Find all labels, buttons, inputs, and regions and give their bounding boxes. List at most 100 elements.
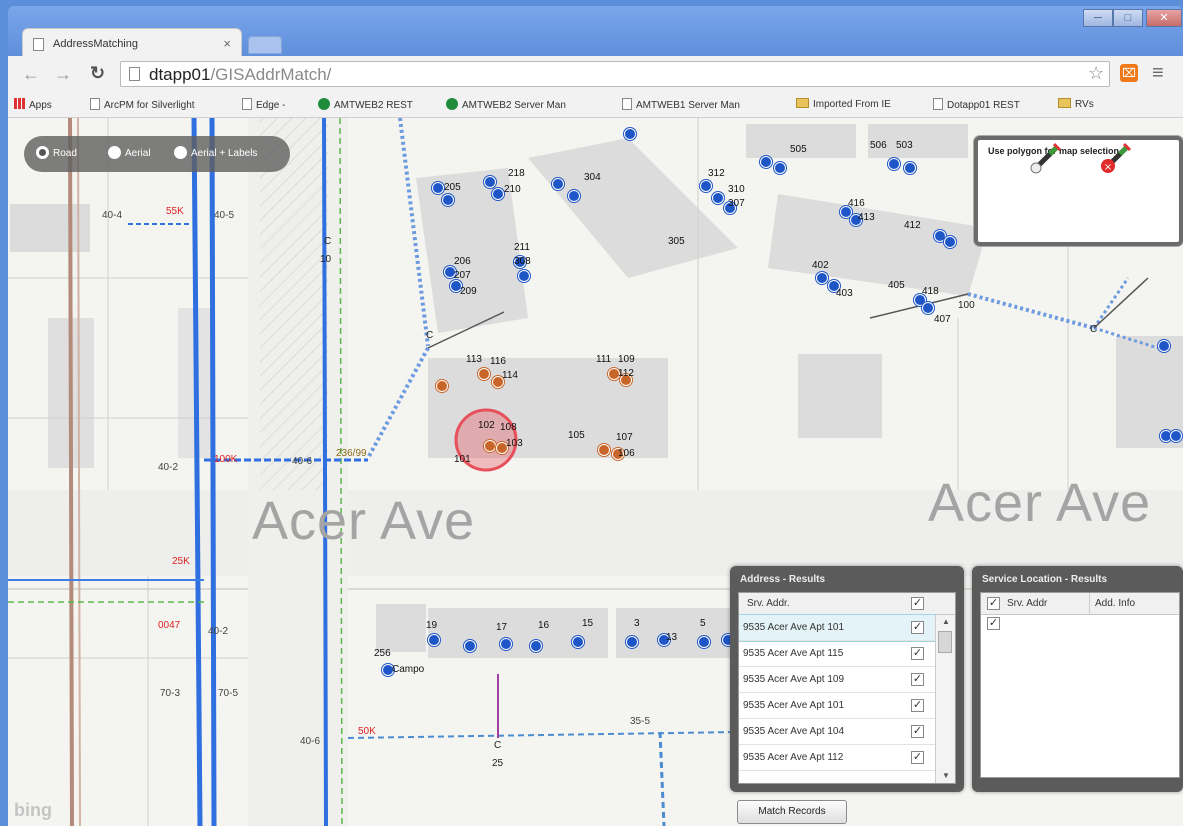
map-label-pole-c-right: C [1090, 324, 1098, 335]
bookmark-dotapp01-rest[interactable]: Dotapp01 REST [933, 98, 1020, 111]
address-row[interactable]: 9535 Acer Ave Apt 109 ✓ [739, 667, 935, 693]
map-label-addr-206: 206 [454, 256, 471, 267]
scroll-thumb[interactable] [938, 631, 952, 653]
map-label-addr-218: 218 [508, 168, 525, 179]
meter-marker[interactable] [530, 640, 542, 652]
scrollbar[interactable]: ▲ ▼ [935, 615, 955, 783]
meter-marker[interactable] [484, 176, 496, 188]
meter-marker[interactable] [492, 188, 504, 200]
map-label-addr-416: 416 [848, 198, 865, 209]
row-checkbox[interactable]: ✓ [911, 725, 924, 738]
meter-marker[interactable] [888, 158, 900, 170]
meter-marker[interactable] [816, 272, 828, 284]
bookmark-apps[interactable]: Apps [14, 98, 52, 111]
service-row[interactable]: ✓ [981, 615, 1179, 633]
selected-meter-marker[interactable] [484, 440, 496, 452]
bookmark-arcpm[interactable]: ArcPM for Silverlight [90, 98, 195, 111]
address-row[interactable]: 9535 Acer Ave Apt 101 ✓ [739, 614, 936, 642]
column-header[interactable]: Add. Info [1095, 598, 1135, 609]
map-label-addr-16: 16 [538, 620, 550, 631]
map-label-addr-503: 503 [896, 140, 913, 151]
basemap-road-radio[interactable]: Road [36, 146, 77, 159]
scroll-up-icon[interactable]: ▲ [942, 617, 950, 626]
bookmark-edge[interactable]: Edge - [242, 98, 285, 111]
row-checkbox[interactable]: ✓ [911, 699, 924, 712]
building [376, 604, 426, 652]
row-checkbox[interactable]: ✓ [911, 673, 924, 686]
map-label-pole-40-2b: 40-2 [208, 626, 229, 637]
meter-marker[interactable] [464, 640, 476, 652]
row-checkbox[interactable]: ✓ [911, 751, 924, 764]
header-checkbox[interactable]: ✓ [911, 597, 924, 610]
row-checkbox[interactable]: ✓ [987, 617, 1000, 630]
meter-marker[interactable] [712, 192, 724, 204]
map-label-addr-505: 505 [790, 144, 807, 155]
match-records-button[interactable]: Match Records [737, 800, 847, 824]
bookmark-amtweb2-rest[interactable]: AMTWEB2 REST [318, 98, 413, 111]
bookmark-amtweb2-server[interactable]: AMTWEB2 Server Man [446, 98, 566, 111]
meter-marker[interactable] [428, 634, 440, 646]
basemap-aerial-radio[interactable]: Aerial [108, 146, 151, 159]
bookmark-rvs[interactable]: RVs [1058, 98, 1094, 110]
address-row[interactable]: 9535 Acer Ave Apt 104 ✓ [739, 719, 935, 745]
header-checkbox[interactable]: ✓ [987, 597, 1000, 610]
map-canvas[interactable]: Acer Ave Acer Ave 40-4 55K 40-5 C 10 40-2 100K… [8, 118, 1183, 826]
meter-marker[interactable] [500, 638, 512, 650]
meter-marker[interactable] [518, 270, 530, 282]
column-header[interactable]: Srv. Addr. [747, 598, 790, 609]
meter-marker[interactable] [442, 194, 454, 206]
meter-marker[interactable] [774, 162, 786, 174]
map-label-addr-112: 112 [618, 368, 634, 379]
address-row[interactable]: 9535 Acer Ave Apt 101 ✓ [739, 693, 935, 719]
address-bar[interactable]: dtapp01/GISAddrMatch/ [120, 61, 1110, 87]
menu-icon[interactable]: ≡ [1152, 62, 1164, 85]
back-arrow-icon[interactable]: ← [22, 64, 40, 85]
map-label-addr-5: 5 [700, 618, 706, 629]
meter-marker[interactable] [568, 190, 580, 202]
meter-marker[interactable] [432, 182, 444, 194]
selected-meter-marker[interactable] [436, 380, 448, 392]
service-line [1092, 277, 1130, 329]
meter-marker[interactable] [1170, 430, 1182, 442]
meter-marker[interactable] [624, 128, 636, 140]
meter-marker[interactable] [944, 236, 956, 248]
row-checkbox[interactable]: ✓ [911, 621, 924, 634]
url-host: dtapp01 [149, 65, 211, 84]
minimize-button[interactable]: ─ [1083, 9, 1113, 27]
selected-meter-marker[interactable] [478, 368, 490, 380]
page-icon [129, 67, 140, 81]
row-checkbox[interactable]: ✓ [911, 647, 924, 660]
bookmark-star-icon[interactable]: ☆ [1088, 63, 1104, 84]
reload-icon[interactable]: ↻ [90, 63, 105, 84]
service-results-title: Service Location - Results [982, 574, 1108, 585]
map-label-service-40-4: 40-4 [102, 210, 123, 221]
meter-marker[interactable] [922, 302, 934, 314]
maximize-button[interactable]: □ [1113, 9, 1143, 27]
rss-icon[interactable]: ⌧ [1120, 64, 1138, 82]
meter-marker[interactable] [904, 162, 916, 174]
meter-marker[interactable] [700, 180, 712, 192]
bookmark-imported-ie[interactable]: Imported From IE [796, 98, 891, 110]
meter-marker[interactable] [572, 636, 584, 648]
scroll-down-icon[interactable]: ▼ [942, 771, 950, 780]
column-header[interactable]: Srv. Addr [1007, 598, 1047, 609]
map-label-pole-25k: 25K [172, 556, 190, 567]
address-row[interactable]: 9535 Acer Ave Apt 115 ✓ [739, 641, 935, 667]
address-row[interactable]: 9535 Acer Ave Apt 112 ✓ [739, 745, 935, 771]
basemap-aerial-labels-radio[interactable]: Aerial + Labels [174, 146, 257, 159]
meter-marker[interactable] [760, 156, 772, 168]
meter-marker[interactable] [552, 178, 564, 190]
tab-close-icon[interactable]: × [223, 36, 231, 51]
new-tab-button[interactable] [248, 36, 282, 54]
bookmark-amtweb1-server[interactable]: AMTWEB1 Server Man [622, 98, 740, 111]
close-window-button[interactable]: ✕ [1146, 9, 1182, 27]
page-icon [622, 98, 632, 110]
meter-marker[interactable] [626, 636, 638, 648]
polygon-clear-wand-icon[interactable]: × [1100, 140, 1134, 174]
browser-tab[interactable]: AddressMatching × [22, 28, 242, 58]
forward-arrow-icon[interactable]: → [54, 64, 72, 85]
polygon-select-wand-icon[interactable] [1030, 140, 1064, 174]
meter-marker[interactable] [1158, 340, 1170, 352]
meter-marker[interactable] [698, 636, 710, 648]
selected-meter-marker[interactable] [598, 444, 610, 456]
